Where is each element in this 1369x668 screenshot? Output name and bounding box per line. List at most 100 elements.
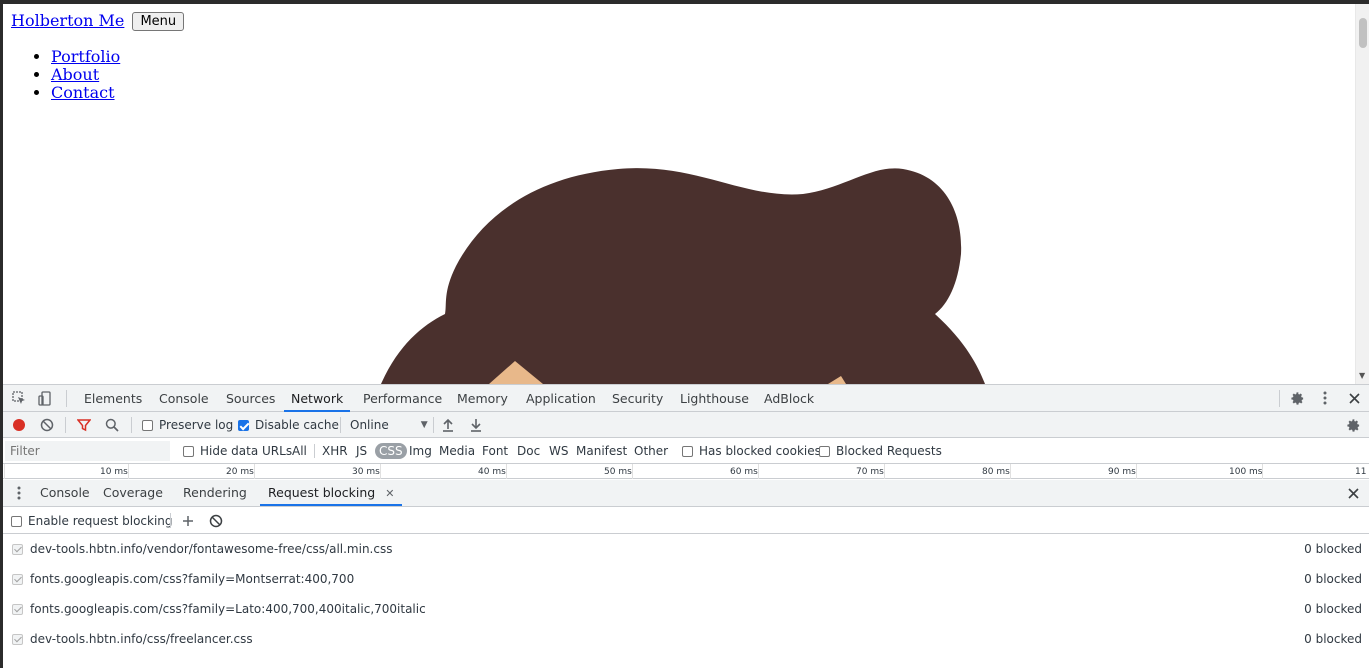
block-icon[interactable]	[208, 513, 224, 529]
timeline-overview[interactable]: 10 ms 20 ms 30 ms 40 ms 50 ms 60 ms 70 m…	[3, 464, 1369, 479]
throttling-select[interactable]: Online ▼	[350, 418, 428, 432]
settings-icon[interactable]	[1289, 390, 1305, 406]
more-vert-icon[interactable]	[1318, 390, 1332, 406]
separator	[340, 417, 341, 433]
hide-data-urls-checkbox[interactable]: Hide data URLs	[183, 444, 292, 458]
filter-bar: Hide data URLs All XHR JS CSS Img Media …	[3, 438, 1369, 464]
tab-adblock[interactable]: AdBlock	[763, 385, 815, 412]
hide-data-urls-label: Hide data URLs	[200, 444, 293, 458]
tab-console[interactable]: Console	[158, 385, 210, 412]
network-settings-icon[interactable]	[1345, 417, 1361, 433]
tab-application[interactable]: Application	[525, 385, 597, 412]
page-viewport: Holberton Me Menu Portfolio About Contac…	[3, 4, 1355, 384]
disable-cache-label: Disable cache	[255, 418, 339, 432]
filter-type-js[interactable]: JS	[354, 443, 369, 459]
checkbox-box[interactable]	[142, 419, 153, 431]
pattern-checkbox[interactable]	[12, 574, 23, 585]
pattern-row[interactable]: fonts.googleapis.com/css?family=Lato:400…	[3, 594, 1369, 624]
add-icon[interactable]	[180, 513, 196, 529]
scrollbar-thumb[interactable]	[1359, 18, 1367, 48]
filter-type-css[interactable]: CSS	[375, 443, 407, 459]
clear-icon[interactable]	[39, 417, 55, 433]
separator	[65, 417, 66, 433]
filter-type-doc[interactable]: Doc	[515, 443, 542, 459]
filter-input[interactable]	[5, 441, 170, 461]
filter-type-xhr[interactable]: XHR	[320, 443, 350, 459]
tab-memory[interactable]: Memory	[456, 385, 509, 412]
separator	[131, 417, 132, 433]
tab-performance[interactable]: Performance	[362, 385, 443, 412]
tab-security[interactable]: Security	[611, 385, 664, 412]
timeline-tick: 50 ms	[604, 467, 632, 477]
record-icon[interactable]	[11, 417, 27, 433]
filter-type-img[interactable]: Img	[407, 443, 434, 459]
filter-type-media[interactable]: Media	[437, 443, 477, 459]
timeline-tick: 30 ms	[352, 467, 380, 477]
checkbox-box[interactable]	[238, 419, 249, 431]
separator	[170, 513, 171, 528]
tick-line	[1262, 464, 1263, 479]
separator	[66, 390, 67, 407]
tab-elements[interactable]: Elements	[83, 385, 143, 412]
preserve-log-checkbox[interactable]: Preserve log	[142, 418, 233, 432]
drawer-tab-coverage[interactable]: Coverage	[103, 480, 163, 506]
timeline-tick: 40 ms	[478, 467, 506, 477]
device-toolbar-icon[interactable]	[37, 390, 53, 406]
inspect-icon[interactable]	[11, 390, 27, 406]
preserve-log-label: Preserve log	[159, 418, 234, 432]
timeline-tick: 11	[1355, 467, 1367, 477]
pattern-checkbox[interactable]	[12, 604, 23, 615]
pattern-url: dev-tools.hbtn.info/css/freelancer.css	[30, 632, 253, 646]
avatar-illustration	[381, 168, 985, 384]
tick-line	[632, 464, 633, 479]
filter-type-all[interactable]: All	[290, 443, 309, 459]
close-tab-icon[interactable]: ✕	[385, 487, 394, 500]
pattern-checkbox[interactable]	[12, 634, 23, 645]
filter-type-font[interactable]: Font	[480, 443, 510, 459]
tick-line	[4, 464, 5, 479]
tab-sources[interactable]: Sources	[225, 385, 276, 412]
tick-line	[128, 464, 129, 479]
import-icon[interactable]	[440, 417, 456, 433]
disable-cache-checkbox[interactable]: Disable cache	[238, 418, 339, 432]
timeline-tick: 90 ms	[1108, 467, 1136, 477]
drawer-menu-icon[interactable]	[13, 485, 25, 501]
devtools-tabbar: Elements Console Sources Network Perform…	[3, 384, 1369, 412]
checkbox-box[interactable]	[682, 445, 693, 457]
drawer-tab-rendering[interactable]: Rendering	[183, 480, 247, 506]
timeline-tick: 70 ms	[856, 467, 884, 477]
separator	[314, 444, 315, 458]
blocked-requests-label: Blocked Requests	[836, 444, 942, 458]
pattern-blocked-count: 0 blocked	[1304, 542, 1362, 556]
filter-icon[interactable]	[76, 417, 92, 433]
hair-shape	[381, 168, 985, 384]
checkbox-box[interactable]	[819, 445, 830, 457]
pattern-row[interactable]: fonts.googleapis.com/css?family=Montserr…	[3, 564, 1369, 594]
pattern-row[interactable]: dev-tools.hbtn.info/vendor/fontawesome-f…	[3, 534, 1369, 564]
pattern-url: fonts.googleapis.com/css?family=Lato:400…	[30, 602, 426, 616]
pattern-checkbox[interactable]	[12, 544, 23, 555]
pattern-row[interactable]: dev-tools.hbtn.info/css/freelancer.css 0…	[3, 624, 1369, 654]
close-icon[interactable]	[1346, 390, 1362, 406]
page-scrollbar[interactable]: ▼	[1355, 4, 1369, 384]
has-blocked-cookies-checkbox[interactable]: Has blocked cookies	[682, 444, 821, 458]
filter-type-other[interactable]: Other	[632, 443, 670, 459]
checkbox-box[interactable]	[183, 445, 194, 457]
tab-lighthouse[interactable]: Lighthouse	[679, 385, 750, 412]
search-icon[interactable]	[104, 417, 120, 433]
checkbox-box[interactable]	[11, 515, 22, 527]
export-icon[interactable]	[468, 417, 484, 433]
drawer-tab-console[interactable]: Console	[40, 480, 90, 506]
close-drawer-icon[interactable]	[1345, 485, 1361, 501]
tick-line	[1010, 464, 1011, 479]
filter-type-manifest[interactable]: Manifest	[574, 443, 629, 459]
scroll-down-icon[interactable]: ▼	[1359, 371, 1365, 380]
tab-network[interactable]: Network	[284, 385, 351, 412]
blocked-requests-checkbox[interactable]: Blocked Requests	[819, 444, 942, 458]
filter-type-ws[interactable]: WS	[547, 443, 570, 459]
drawer-tab-request-blocking[interactable]: Request blocking ✕	[260, 480, 403, 506]
drawer-tab-label: Request blocking	[268, 485, 376, 500]
enable-request-blocking-checkbox[interactable]: Enable request blocking	[11, 514, 173, 528]
request-blocking-toolbar: Enable request blocking	[3, 507, 1369, 534]
throttling-value: Online	[350, 418, 389, 432]
